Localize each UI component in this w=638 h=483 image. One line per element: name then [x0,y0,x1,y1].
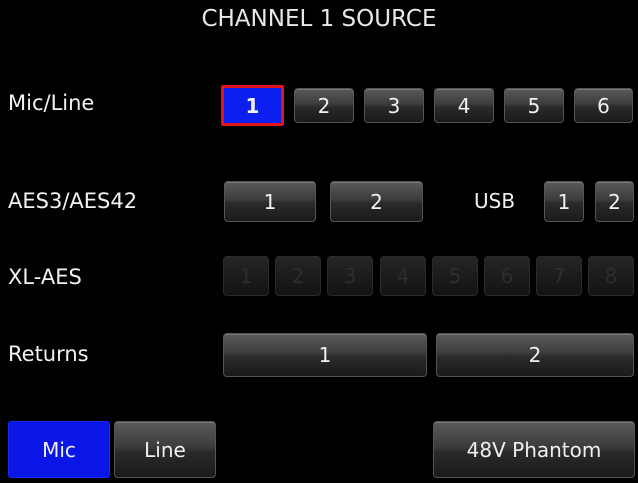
xl-aes-input-1-button: 1 [223,256,269,296]
page-title: CHANNEL 1 SOURCE [201,6,437,32]
mic-line-label: Mic/Line [8,91,95,115]
mic-line-input-3-button[interactable]: 3 [364,88,424,123]
xl-aes-input-3-button: 3 [327,256,373,296]
mic-line-input-5-button[interactable]: 5 [504,88,564,123]
mic-line-input-6-button[interactable]: 6 [574,88,633,123]
xl-aes-input-8-button: 8 [588,256,634,296]
usb-input-1-button[interactable]: 1 [544,181,584,222]
aes-input-1-button[interactable]: 1 [224,181,316,222]
phantom-power-button[interactable]: 48V Phantom [433,421,635,478]
xl-aes-input-7-button: 7 [536,256,582,296]
xl-aes-input-2-button: 2 [275,256,321,296]
line-mode-button[interactable]: Line [114,421,216,478]
mic-line-input-4-button[interactable]: 4 [434,88,494,123]
mic-mode-button[interactable]: Mic [8,421,110,478]
mic-line-input-2-button[interactable]: 2 [294,88,354,123]
xl-aes-input-4-button: 4 [380,256,426,296]
usb-label: USB [474,189,516,213]
usb-input-2-button[interactable]: 2 [595,181,634,222]
return-1-button[interactable]: 1 [223,333,427,377]
returns-label: Returns [8,342,89,366]
xl-aes-label: XL-AES [8,265,82,289]
return-2-button[interactable]: 2 [436,333,634,377]
xl-aes-input-5-button: 5 [432,256,478,296]
xl-aes-input-6-button: 6 [484,256,530,296]
aes-input-2-button[interactable]: 2 [330,181,423,222]
mic-line-input-1-button[interactable]: 1 [221,85,284,126]
aes-label: AES3/AES42 [8,189,138,213]
